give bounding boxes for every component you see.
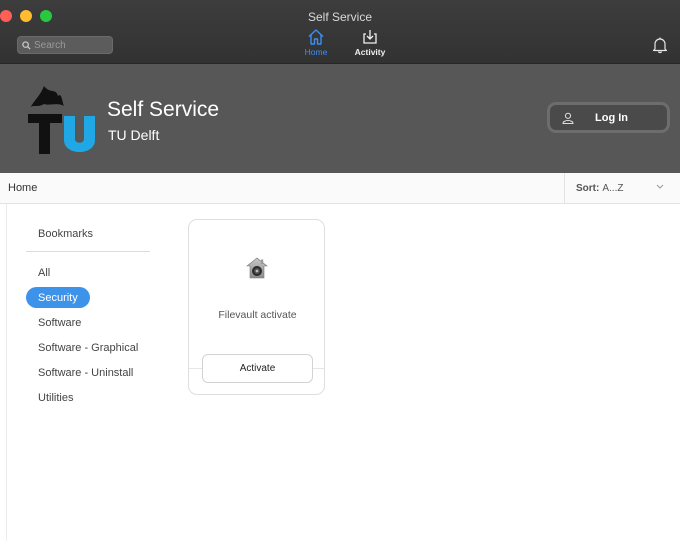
tu-delft-logo (28, 86, 95, 154)
sidebar-item-security[interactable]: Security (26, 287, 90, 308)
search-field[interactable] (17, 36, 113, 54)
activity-tab-label: Activity (354, 47, 386, 57)
sort-dropdown[interactable]: Sort: A...Z (564, 173, 680, 203)
login-button[interactable]: Log In (547, 102, 670, 133)
sidebar-item-software-uninstall[interactable]: Software - Uninstall (26, 362, 145, 383)
home-tab[interactable]: Home (294, 28, 338, 60)
bell-icon[interactable] (652, 36, 668, 54)
title-bar: Self Service Home Activity (0, 0, 680, 64)
search-input[interactable] (34, 39, 104, 51)
content-left-edge (0, 204, 7, 541)
breadcrumb[interactable]: Home (8, 182, 37, 194)
search-icon (22, 40, 31, 50)
sidebar-item-software-graphical[interactable]: Software - Graphical (26, 337, 150, 358)
download-tray-icon (363, 30, 377, 44)
category-sidebar: Bookmarks All Security Software Software… (26, 228, 150, 412)
filevault-house-icon (246, 257, 268, 279)
item-name: Filevault activate (218, 309, 297, 321)
sidebar-item-utilities[interactable]: Utilities (26, 387, 85, 408)
home-tab-label: Home (304, 47, 328, 57)
bookmarks-heading[interactable]: Bookmarks (26, 228, 150, 252)
sort-prefix: Sort: (576, 182, 600, 194)
item-card[interactable]: Filevault activate Activate (188, 219, 325, 395)
sidebar-item-all[interactable]: All (26, 262, 62, 283)
activity-tab[interactable]: Activity (348, 28, 392, 60)
login-label: Log In (595, 111, 628, 124)
chevron-down-icon (656, 184, 664, 189)
sort-value: A...Z (602, 182, 624, 194)
home-icon (308, 29, 324, 45)
window-title: Self Service (307, 10, 373, 24)
activate-button[interactable]: Activate (202, 354, 313, 383)
category-list: All Security Software Software - Graphic… (26, 262, 150, 408)
sidebar-item-software[interactable]: Software (26, 312, 93, 333)
organization-name: TU Delft (108, 127, 160, 143)
breadcrumb-bar: Home Sort: A...Z (0, 173, 680, 204)
branding-banner: Self Service TU Delft Log In (0, 64, 680, 173)
app-title: Self Service (107, 98, 220, 121)
user-icon (562, 112, 574, 124)
